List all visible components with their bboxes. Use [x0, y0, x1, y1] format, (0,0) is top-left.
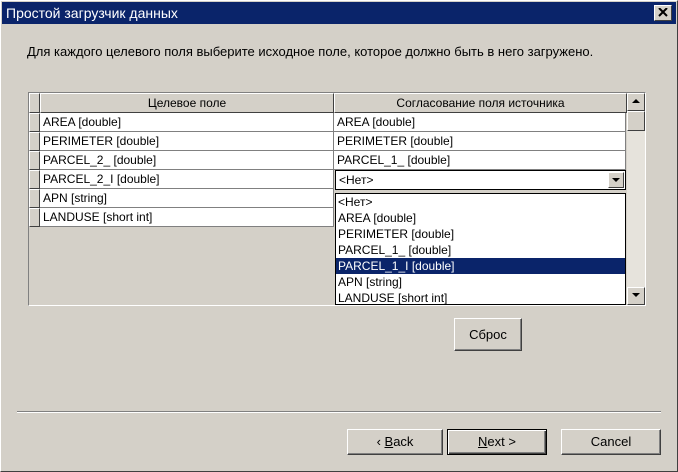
row-selector[interactable] [29, 151, 40, 170]
dropdown-option-none[interactable]: <Нет> [336, 194, 625, 210]
target-field-cell[interactable]: PARCEL_2_ [double] [40, 151, 334, 170]
row-selector[interactable] [29, 170, 40, 189]
window-title: Простой загрузчик данных [6, 5, 178, 21]
instruction-text: Для каждого целевого поля выберите исход… [27, 44, 594, 59]
back-arrow-icon: ‹ [376, 434, 385, 449]
separator [17, 411, 661, 413]
dropdown-option-area[interactable]: AREA [double] [336, 210, 625, 226]
source-field-cell[interactable]: AREA [double] [334, 113, 626, 132]
dropdown-option-landuse[interactable]: LANDUSE [short int] [336, 290, 625, 306]
dropdown-option-parcel-1-i[interactable]: PARCEL_1_I [double] [336, 258, 625, 274]
row-selector[interactable] [29, 208, 40, 227]
header-row-selector [29, 93, 40, 113]
back-label: ack [393, 434, 414, 449]
reset-button[interactable]: Сброс [454, 318, 522, 351]
row-selector[interactable] [29, 132, 40, 151]
arrow-down-icon [632, 293, 640, 297]
row-selector[interactable] [29, 189, 40, 208]
table-row[interactable]: APN [string] [29, 189, 335, 208]
next-accelerator: N [478, 434, 488, 449]
table-row[interactable]: LANDUSE [short int] [29, 208, 335, 227]
combo-dropdown-button[interactable] [608, 172, 624, 188]
next-button[interactable]: Next > [447, 429, 547, 455]
dropdown-option-apn[interactable]: APN [string] [336, 274, 625, 290]
target-field-cell[interactable]: PARCEL_2_I [double] [40, 170, 334, 189]
source-field-dropdown[interactable]: <Нет> AREA [double] PERIMETER [double] P… [335, 193, 626, 305]
combo-value: <Нет> [339, 173, 374, 187]
back-button[interactable]: ‹ Back [347, 429, 443, 455]
chevron-down-icon [612, 178, 620, 182]
target-field-cell[interactable]: LANDUSE [short int] [40, 208, 334, 227]
field-mapping-grid: Целевое поле Согласование поля источника… [28, 92, 646, 306]
dropdown-option-perimeter[interactable]: PERIMETER [double] [336, 226, 625, 242]
source-field-combo[interactable]: <Нет> [335, 170, 626, 190]
table-row[interactable]: AREA [double] AREA [double] [29, 113, 627, 132]
dropdown-option-parcel-1[interactable]: PARCEL_1_ [double] [336, 242, 625, 258]
scroll-thumb[interactable] [627, 111, 645, 131]
close-button[interactable] [654, 5, 672, 21]
table-row[interactable]: PERIMETER [double] PERIMETER [double] [29, 132, 627, 151]
column-header-source[interactable]: Согласование поля источника [334, 93, 627, 113]
next-label: ext > [487, 434, 516, 449]
table-row[interactable]: PARCEL_2_ [double] PARCEL_1_ [double] [29, 151, 627, 170]
arrow-up-icon [632, 99, 640, 103]
scroll-up-button[interactable] [627, 93, 645, 111]
row-selector[interactable] [29, 113, 40, 132]
cancel-button[interactable]: Cancel [561, 429, 661, 455]
source-field-cell[interactable]: PARCEL_1_ [double] [334, 151, 626, 170]
source-field-cell[interactable]: PERIMETER [double] [334, 132, 626, 151]
column-header-target[interactable]: Целевое поле [40, 93, 334, 113]
target-field-cell[interactable]: AREA [double] [40, 113, 334, 132]
target-field-cell[interactable]: APN [string] [40, 189, 334, 208]
target-field-cell[interactable]: PERIMETER [double] [40, 132, 334, 151]
scroll-down-button[interactable] [627, 287, 645, 305]
dialog-window: Простой загрузчик данных Для каждого цел… [0, 0, 678, 472]
vertical-scrollbar[interactable] [627, 93, 645, 305]
close-icon [658, 8, 668, 17]
title-bar[interactable]: Простой загрузчик данных [2, 2, 676, 24]
back-accelerator: B [384, 434, 394, 449]
